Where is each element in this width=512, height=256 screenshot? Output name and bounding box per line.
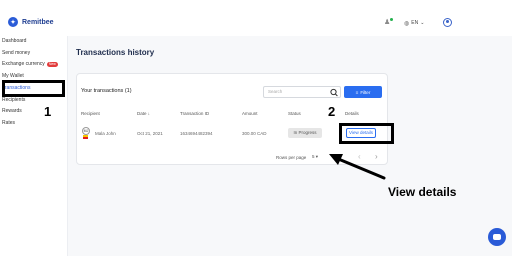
sidebar-item-send-money[interactable]: Send money [2, 50, 30, 56]
chevron-down-icon: ⌄ [420, 20, 425, 26]
rows-per-page-select[interactable]: 5 ▾ [312, 154, 318, 160]
rows-per-page-value: 5 [312, 154, 315, 159]
transaction-id: 1634694482394 [180, 131, 213, 136]
notification-dot [390, 18, 393, 21]
language-code: EN [411, 20, 419, 26]
notification-bell-icon[interactable]: ♟ [384, 18, 393, 27]
sidebar-item-label: Rates [2, 120, 16, 126]
recipient-name: Mala John [95, 131, 116, 136]
sidebar-item-rewards[interactable]: Rewards [2, 108, 22, 114]
sidebar-item-label: Rewards [2, 108, 22, 114]
country-flag-icon [83, 135, 88, 139]
column-header-status: Status [288, 111, 301, 116]
sidebar-item-label: Send money [2, 50, 31, 56]
avatar: MJ [82, 127, 90, 135]
brand-name: Remitbee [22, 18, 54, 26]
sidebar-item-label: Exchange currency [2, 61, 45, 67]
sidebar-item-label: Dashboard [2, 38, 27, 44]
annotation-highlight-view-details [339, 123, 394, 144]
next-page-icon[interactable]: › [375, 152, 378, 161]
transactions-card: Your transactions (1) Search ≡ Filter Re… [76, 73, 388, 165]
globe-icon: ◍ [404, 20, 410, 27]
remitbee-logo-icon: ✦ [8, 17, 18, 27]
annotation-highlight-transactions [2, 80, 65, 97]
column-header-amount: Amount [242, 111, 258, 116]
remitbee-logo[interactable]: ✦ Remitbee [8, 17, 54, 27]
language-selector[interactable]: ◍ EN ⌄ [404, 20, 424, 27]
transaction-amount: 300.00 CAD [242, 131, 267, 136]
sidebar-item-recipients[interactable]: Recipients [2, 97, 25, 103]
chat-bubble-icon [493, 234, 501, 240]
sidebar-item-rates[interactable]: Rates [2, 120, 15, 126]
sidebar-item-label: Recipients [2, 97, 26, 103]
filter-icon: ≡ [355, 89, 359, 95]
annotation-step-1: 1 [44, 104, 52, 119]
sidebar-item-label: My Wallet [2, 73, 24, 79]
header-actions: ♟ ◍ EN ⌄ [384, 18, 424, 28]
user-profile-icon[interactable] [443, 18, 452, 27]
transaction-date: Oct 21, 2021 [137, 131, 163, 136]
column-header-transaction-id: Transaction ID [180, 111, 210, 116]
filter-button[interactable]: ≡ Filter [344, 86, 382, 98]
page-title: Transactions history [76, 48, 155, 57]
sidebar [0, 36, 68, 256]
sidebar-item-my-wallet[interactable]: My Wallet [2, 73, 24, 79]
new-badge: New [46, 61, 58, 67]
sidebar-item-dashboard[interactable]: Dashboard [2, 38, 26, 44]
sidebar-item-exchange-currency[interactable]: Exchange currency New [2, 61, 58, 67]
annotation-label: View details [388, 185, 457, 199]
previous-page-icon[interactable]: ‹ [358, 152, 361, 161]
chat-support-button[interactable] [488, 228, 506, 246]
search-icon[interactable] [329, 86, 339, 98]
annotation-step-2: 2 [328, 104, 336, 119]
card-title: Your transactions (1) [81, 88, 132, 94]
rows-per-page-label: Rows per page [276, 155, 307, 160]
column-header-date[interactable]: Date ↓ [137, 111, 150, 116]
filter-button-label: Filter [360, 89, 371, 95]
status-badge: In Progress [288, 128, 322, 138]
column-header-recipient[interactable]: Recipient [81, 111, 100, 116]
column-header-details: Details [345, 111, 359, 116]
